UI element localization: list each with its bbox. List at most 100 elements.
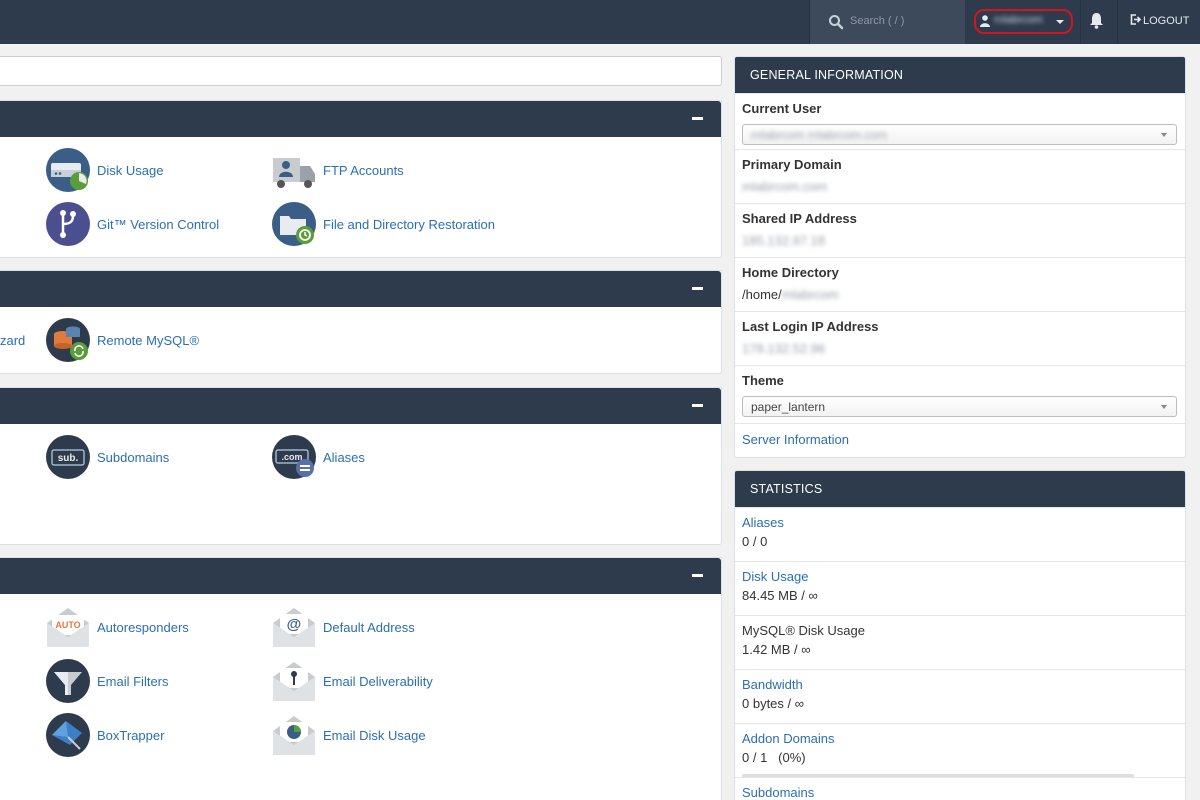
stat-bandwidth-link[interactable]: Bandwidth [742,677,1177,692]
bell-icon[interactable] [1089,12,1104,29]
email-deliverability-link[interactable]: Email Deliverability [272,659,433,703]
file-directory-restoration-label: File and Directory Restoration [323,216,495,232]
stat-subdomains-link[interactable]: Subdomains [742,785,1177,800]
collapse-icon[interactable] [692,112,703,120]
stat-row-disk-usage: Disk Usage 84.45 MB / ∞ [735,561,1185,615]
general-information-title: GENERAL INFORMATION [735,57,1185,93]
aliases-label: Aliases [323,449,365,465]
last-login-ip-row: Last Login IP Address 178.132.52.96 [735,311,1185,365]
divider [1080,0,1081,44]
logout-icon [1130,14,1141,25]
global-search[interactable]: Search ( / ) [809,0,965,44]
stat-addon-domains-value: 0 / 1 (0%) [742,750,806,765]
subdomains-link[interactable]: sub. Subdomains [46,435,169,479]
stat-disk-usage-value: 84.45 MB / ∞ [742,588,818,603]
primary-domain-label: Primary Domain [742,157,842,172]
autoresponders-icon: AUTO [47,608,89,647]
email-disk-usage-link[interactable]: Email Disk Usage [272,713,426,757]
logout-button[interactable]: LOGOUT [1130,14,1189,27]
server-information-link[interactable]: Server Information [742,432,849,447]
subdomains-label: Subdomains [97,449,170,465]
email-panel-header[interactable] [0,558,721,594]
git-version-control-label: Git™ Version Control [97,216,220,232]
default-address-link[interactable]: @ Default Address [272,605,415,649]
aliases-link[interactable]: .com Aliases [272,435,365,479]
boxtrapper-label: BoxTrapper [97,727,165,743]
primary-domain-row: Primary Domain mlabrcom.com [735,149,1185,203]
chevron-down-icon [1056,20,1064,24]
theme-row: Theme paper_lantern [735,365,1185,423]
current-user-value: rnlabrcom rnlabrcom.com [751,128,888,142]
current-user-select[interactable]: rnlabrcom rnlabrcom.com [742,124,1177,145]
shared-ip-label: Shared IP Address [742,211,857,226]
theme-select[interactable]: paper_lantern [742,396,1177,417]
search-placeholder: Search ( / ) [850,15,905,27]
stat-bandwidth-value: 0 bytes / ∞ [742,696,805,711]
theme-label: Theme [742,373,784,388]
theme-value: paper_lantern [751,400,826,414]
general-information-panel: GENERAL INFORMATION Current User rnlabrc… [734,56,1186,458]
mysql-wizard-link-partial[interactable]: zard [0,333,25,348]
svg-text:sub.: sub. [58,453,79,464]
default-address-icon: @ [273,608,315,647]
email-filters-icon [46,659,90,703]
stat-mysql-disk-usage-label: MySQL® Disk Usage [742,623,865,638]
server-information-row: Server Information [735,423,1185,457]
stat-aliases-value: 0 / 0 [742,534,768,549]
ftp-accounts-link[interactable]: FTP Accounts [272,148,404,192]
home-directory-prefix: /home/ [742,287,782,302]
stat-row-mysql-disk-usage: MySQL® Disk Usage 1.42 MB / ∞ [735,615,1185,669]
autoresponders-label: Autoresponders [97,619,189,635]
user-icon [980,15,990,27]
last-login-ip-value: 178.132.52.96 [742,341,826,356]
statistics-title: STATISTICS [735,471,1185,507]
boxtrapper-link[interactable]: BoxTrapper [46,713,164,757]
remote-mysql-label: Remote MySQL® [97,332,200,348]
email-disk-usage-label: Email Disk Usage [323,727,426,743]
git-icon [46,202,90,246]
stat-disk-usage-link[interactable]: Disk Usage [742,569,1177,584]
home-directory-user: mlabrcom [781,287,839,302]
disk-usage-label: Disk Usage [97,162,164,178]
remote-mysql-link[interactable]: Remote MySQL® [46,318,199,362]
current-user-label: Current User [742,101,822,116]
stat-row-addon-domains: Addon Domains 0 / 1 (0%) [735,723,1185,778]
collapse-icon[interactable] [692,399,703,407]
svg-text:.com: .com [281,452,302,462]
email-deliverability-label: Email Deliverability [323,673,433,689]
user-menu-dropdown[interactable]: rnlabrcom [974,9,1073,34]
last-login-ip-label: Last Login IP Address [742,319,879,334]
collapse-icon[interactable] [692,569,703,577]
git-version-control-link[interactable]: Git™ Version Control [46,202,219,246]
stat-row-subdomains: Subdomains [735,777,1185,800]
logout-label: LOGOUT [1143,15,1190,27]
email-filters-link[interactable]: Email Filters [46,659,169,703]
disk-usage-link[interactable]: Disk Usage [46,148,163,192]
tools-search-input[interactable] [0,56,722,86]
shared-ip-value: 185.132.97.18 [742,233,826,248]
top-bar: Search ( / ) rnlabrcom LOGOUT [0,0,1200,44]
stat-row-bandwidth: Bandwidth 0 bytes / ∞ [735,669,1185,723]
home-directory-row: Home Directory /home/mlabrcom [735,257,1185,311]
autoresponders-link[interactable]: AUTO Autoresponders [46,605,189,649]
boxtrapper-icon [46,713,90,757]
email-deliverability-icon [273,662,315,701]
stat-aliases-link[interactable]: Aliases [742,515,1177,530]
domains-panel-header[interactable] [0,388,721,424]
svg-text:AUTO: AUTO [55,620,80,630]
default-address-label: Default Address [323,619,415,635]
divider [1117,0,1118,44]
svg-text:@: @ [287,616,302,633]
stat-row-aliases: Aliases 0 / 0 [735,507,1185,561]
stat-addon-domains-link[interactable]: Addon Domains [742,731,1177,746]
primary-domain-value: mlabrcom.com [742,179,828,194]
collapse-icon[interactable] [692,282,703,290]
disk-usage-icon [46,148,90,192]
aliases-icon: .com [272,435,316,479]
file-restore-icon [272,202,316,246]
username: rnlabrcom [994,14,1043,26]
file-directory-restoration-link[interactable]: File and Directory Restoration [272,202,495,246]
ftp-accounts-label: FTP Accounts [323,162,404,178]
files-panel-header[interactable] [0,101,721,137]
databases-panel-header[interactable] [0,271,721,307]
